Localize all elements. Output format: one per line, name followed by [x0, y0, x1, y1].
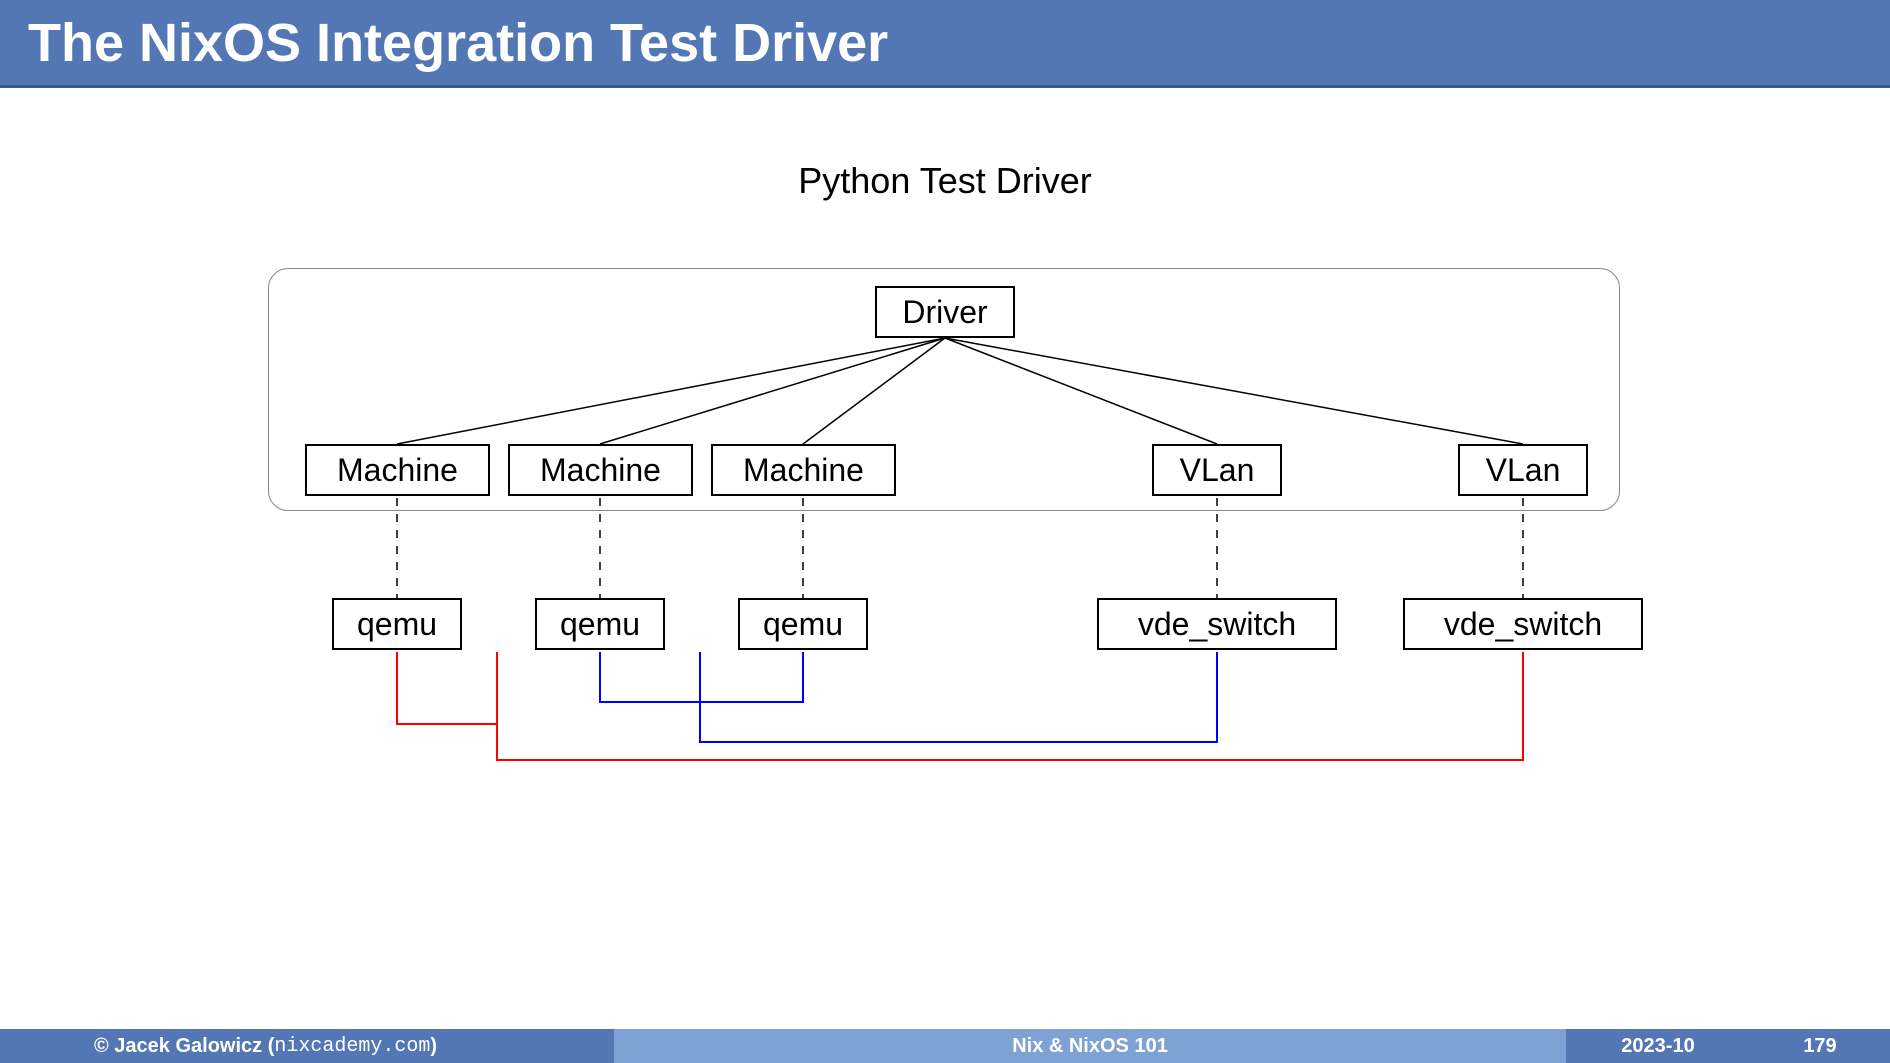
footer-date: 2023-10 — [1566, 1029, 1750, 1063]
diagram-title: Python Test Driver — [0, 160, 1890, 202]
machine-label: Machine — [743, 452, 864, 489]
vlan-label: VLan — [1180, 452, 1255, 489]
vde-switch-label: vde_switch — [1138, 606, 1296, 643]
machine-label: Machine — [337, 452, 458, 489]
footer-site: nixcademy.com — [274, 1035, 430, 1058]
machine-label: Machine — [540, 452, 661, 489]
machine-box-2: Machine — [508, 444, 693, 496]
slide-title: The NixOS Integration Test Driver — [28, 12, 888, 74]
footer-author: © Jacek Galowicz (nixcademy.com) — [0, 1029, 614, 1063]
qemu-box-3: qemu — [738, 598, 868, 650]
vde-switch-label: vde_switch — [1444, 606, 1602, 643]
qemu-label: qemu — [763, 606, 843, 643]
vlan-label: VLan — [1486, 452, 1561, 489]
vde-switch-box-1: vde_switch — [1097, 598, 1337, 650]
qemu-box-1: qemu — [332, 598, 462, 650]
vlan-box-2: VLan — [1458, 444, 1588, 496]
vde-switch-box-2: vde_switch — [1403, 598, 1643, 650]
qemu-box-2: qemu — [535, 598, 665, 650]
slide-header: The NixOS Integration Test Driver — [0, 0, 1890, 88]
slide-footer: © Jacek Galowicz (nixcademy.com) Nix & N… — [0, 1029, 1890, 1063]
qemu-label: qemu — [560, 606, 640, 643]
vlan-box-1: VLan — [1152, 444, 1282, 496]
machine-box-3: Machine — [711, 444, 896, 496]
footer-title: Nix & NixOS 101 — [614, 1029, 1566, 1063]
footer-copyright-prefix: © Jacek Galowicz ( — [94, 1035, 274, 1058]
driver-box: Driver — [875, 286, 1015, 338]
footer-copyright-suffix: ) — [430, 1035, 437, 1058]
driver-label: Driver — [902, 294, 987, 331]
diagram-area: Python Test Driver — [0, 160, 1890, 914]
footer-page: 179 — [1750, 1029, 1890, 1063]
qemu-label: qemu — [357, 606, 437, 643]
machine-box-1: Machine — [305, 444, 490, 496]
